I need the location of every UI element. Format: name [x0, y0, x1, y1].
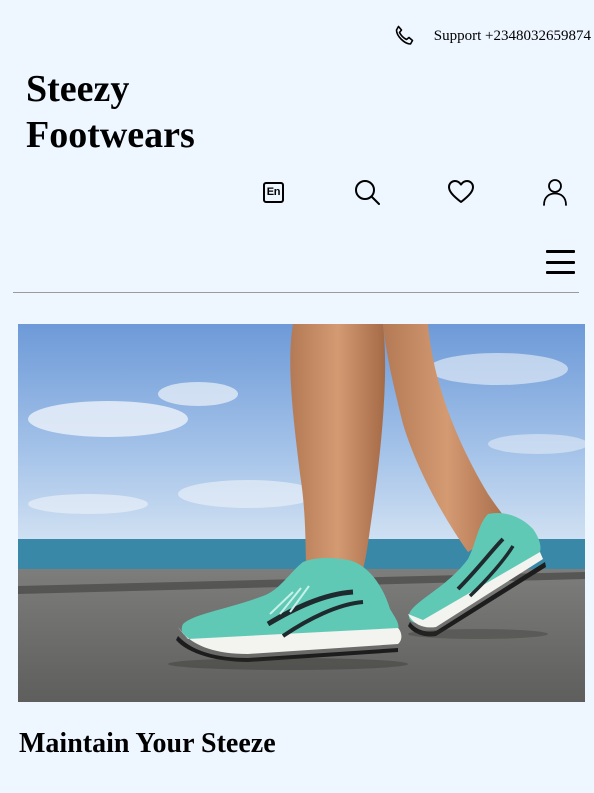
support-phone-text[interactable]: Support +2348032659874	[434, 28, 591, 45]
account-button[interactable]	[541, 175, 569, 209]
hero-tagline: Maintain Your Steeze	[19, 728, 276, 759]
hamburger-menu-icon[interactable]	[546, 250, 575, 274]
hero-illustration	[18, 324, 585, 702]
wishlist-button[interactable]	[446, 175, 476, 209]
phone-icon[interactable]	[392, 24, 416, 48]
brand-line-1: Steezy	[26, 68, 130, 110]
header-icon-row: En	[0, 175, 594, 209]
search-icon	[355, 180, 380, 205]
brand-logo[interactable]: Steezy Footwears	[26, 66, 266, 158]
heart-icon	[448, 180, 474, 203]
menu-bar	[546, 250, 575, 253]
menu-bar	[546, 271, 575, 274]
hero-image	[18, 324, 585, 702]
header-divider	[13, 292, 579, 293]
search-button[interactable]	[352, 175, 382, 209]
brand-line-2: Footwears	[26, 114, 195, 156]
support-bar: Support +2348032659874	[392, 24, 591, 48]
language-icon: En	[263, 181, 284, 203]
menu-bar	[546, 260, 575, 264]
user-icon	[543, 179, 567, 206]
language-button[interactable]: En	[262, 175, 285, 209]
